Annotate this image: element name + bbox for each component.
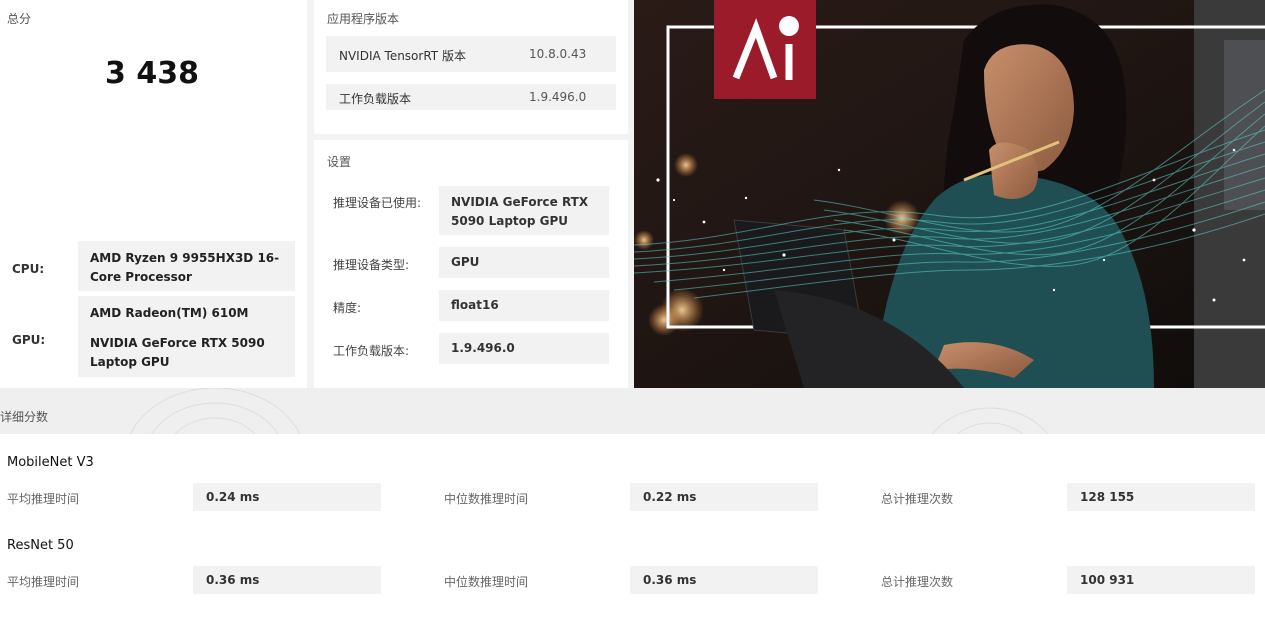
tensorrt-version-value: 10.8.0.43 [529,47,587,61]
workload-version-setting-value: 1.9.496.0 [439,333,609,364]
avg-inference-time-value: 0.36 ms [193,566,381,594]
total-inferences-label: 总计推理次数 [881,492,954,506]
gpu-label: GPU: [12,333,46,347]
device-type-label: 推理设备类型: [333,258,410,272]
inference-device-label: 推理设备已使用: [333,196,422,210]
total-inferences-value: 128 155 [1067,483,1255,511]
detailed-scores-title: 详细分数 [0,410,49,424]
model-name-resnet: ResNet 50 [7,538,74,553]
settings-title: 设置 [327,155,352,169]
workload-version-value: 1.9.496.0 [529,90,587,104]
tensorrt-version-row: NVIDIA TensorRT 版本 10.8.0.43 [326,36,616,72]
workload-version-setting-label: 工作负载版本: [333,344,410,358]
cpu-value: AMD Ryzen 9 9955HX3D 16-Core Processor [78,241,295,291]
gpu-value-discrete: NVIDIA GeForce RTX 5090 Laptop GPU [90,336,265,369]
workload-version-row: 工作负载版本 1.9.496.0 [326,84,616,110]
detailed-scores-card: MobileNet V3 平均推理时间 0.24 ms 中位数推理时间 0.22… [0,434,1265,623]
total-score-value: 3 438 [105,56,199,91]
gpu-value-integrated: AMD Radeon(TM) 610M [90,306,249,320]
app-version-card: 应用程序版本 NVIDIA TensorRT 版本 10.8.0.43 工作负载… [314,0,628,134]
total-inferences-label: 总计推理次数 [881,575,954,589]
precision-value: float16 [439,290,609,321]
device-type-value: GPU [439,247,609,278]
settings-card: 设置 推理设备已使用: NVIDIA GeForce RTX 5090 Lapt… [314,140,628,388]
background-pattern [129,388,1049,434]
median-inference-time-label: 中位数推理时间 [444,575,529,589]
gpu-value-box: AMD Radeon(TM) 610M NVIDIA GeForce RTX 5… [78,296,295,377]
model-name-mobilenet: MobileNet V3 [7,455,94,470]
tensorrt-version-label: NVIDIA TensorRT 版本 [339,49,466,63]
median-inference-time-value: 0.36 ms [630,566,818,594]
median-inference-time-label: 中位数推理时间 [444,492,529,506]
avg-inference-time-value: 0.24 ms [193,483,381,511]
total-score-card: 总分 3 438 CPU: AMD Ryzen 9 9955HX3D 16-Co… [0,0,307,388]
precision-label: 精度: [333,301,362,315]
median-inference-time-value: 0.22 ms [630,483,818,511]
total-score-title: 总分 [7,12,32,26]
app-version-title: 应用程序版本 [327,12,400,26]
hero-banner-image [634,0,1265,388]
workload-version-label: 工作负载版本 [339,92,412,106]
details-header-band: 详细分数 [0,388,1265,434]
inference-device-value: NVIDIA GeForce RTX 5090 Laptop GPU [439,186,609,235]
cpu-label: CPU: [12,262,45,276]
avg-inference-time-label: 平均推理时间 [7,575,80,589]
total-inferences-value: 100 931 [1067,566,1255,594]
avg-inference-time-label: 平均推理时间 [7,492,80,506]
ai-logo-icon [714,0,816,99]
